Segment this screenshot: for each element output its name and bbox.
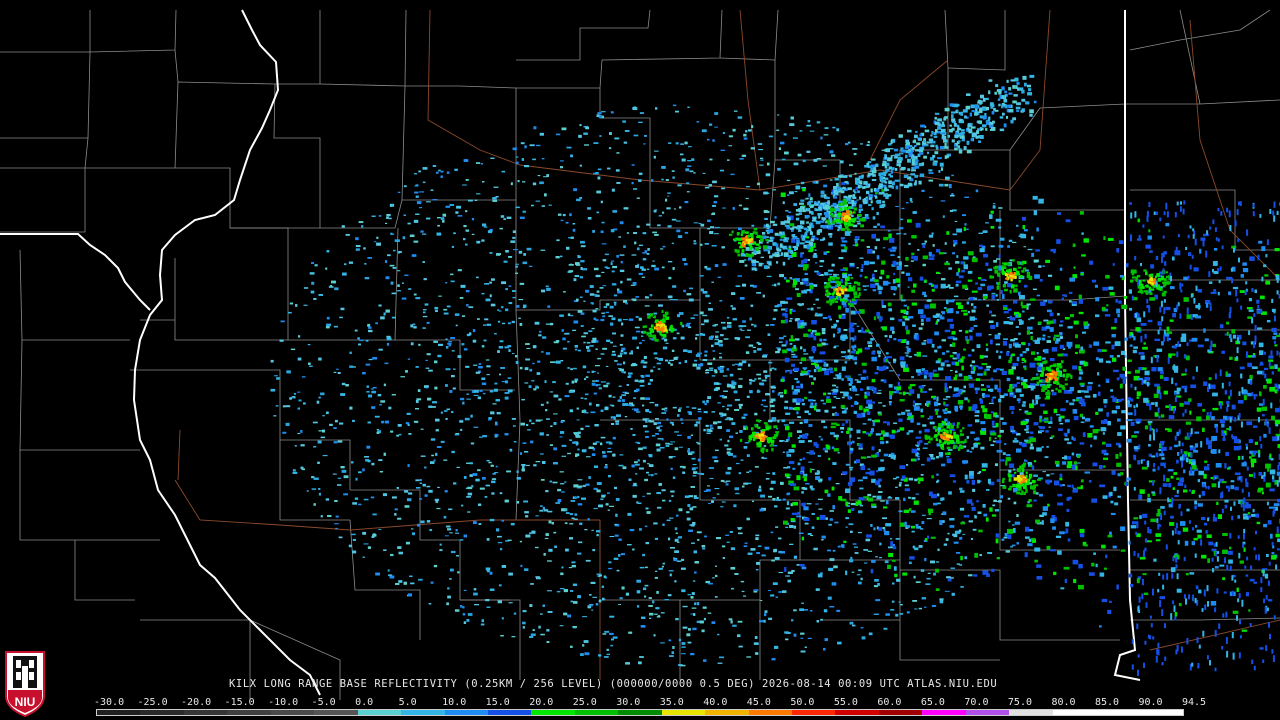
colorbar-segment <box>705 710 749 715</box>
colorbar-tick-label: 90.0 <box>1138 697 1163 708</box>
colorbar-tick-label: 70.0 <box>964 697 989 708</box>
colorbar-tick-label: -20.0 <box>181 697 212 708</box>
colorbar-tick-label: 80.0 <box>1051 697 1076 708</box>
colorbar-tick-label: 25.0 <box>572 697 597 708</box>
colorbar-tick-label: 65.0 <box>920 697 945 708</box>
colorbar-tick-label: 55.0 <box>833 697 858 708</box>
colorbar-segment <box>618 710 662 715</box>
colorbar-tick-label: 10.0 <box>442 697 467 708</box>
colorbar-tick-label: -5.0 <box>311 697 336 708</box>
colorbar-tick-label: 60.0 <box>877 697 902 708</box>
colorbar-tick-label: 15.0 <box>485 697 510 708</box>
colorbar-tick-label: 50.0 <box>790 697 815 708</box>
colorbar-segment <box>1009 710 1053 715</box>
colorbar-segment <box>314 710 358 715</box>
radar-map <box>0 0 1280 720</box>
colorbar-segment <box>574 710 619 715</box>
colorbar-tick-label: 5.0 <box>398 697 417 708</box>
colorbar-tick-label: 0.0 <box>355 697 374 708</box>
colorbar-segment <box>748 710 792 715</box>
product-caption: KILX LONG RANGE BASE REFLECTIVITY (0.25K… <box>229 678 998 690</box>
colorbar-segment <box>97 710 141 715</box>
colorbar-tick-label: 20.0 <box>529 697 554 708</box>
colorbar-segment <box>531 710 575 715</box>
colorbar-segment <box>227 710 271 715</box>
colorbar-segment <box>835 710 879 715</box>
colorbar-tick-label: -10.0 <box>268 697 299 708</box>
colorbar-tick-label: 75.0 <box>1007 697 1032 708</box>
colorbar-segment <box>357 710 402 715</box>
colorbar-tick-label: -25.0 <box>137 697 168 708</box>
colorbar-labels: -30.0 -25.0 -20.0 -15.0 -10.0 -5.0 0.0 5.0 10.0 1… <box>94 697 1206 709</box>
colorbar-segment <box>922 710 966 715</box>
colorbar-segment <box>487 710 532 715</box>
colorbar-segment <box>270 710 315 715</box>
colorbar-tick-label: 40.0 <box>703 697 728 708</box>
colorbar-segment <box>444 710 488 715</box>
colorbar-segment <box>1096 710 1140 715</box>
colorbar-segment <box>183 710 228 715</box>
colorbar-tick-label: -15.0 <box>224 697 255 708</box>
colorbar-segment <box>1052 710 1097 715</box>
colorbar-tick-label: 94.5 <box>1182 697 1207 708</box>
colorbar-tick-label: -30.0 <box>94 697 125 708</box>
colorbar-tick-label: 45.0 <box>746 697 771 708</box>
colorbar-segment <box>401 710 445 715</box>
colorbar-tick-label: 35.0 <box>659 697 684 708</box>
colorbar-segment <box>1139 710 1183 715</box>
niu-logo: NIU <box>5 651 45 718</box>
colorbar-tick-label: 85.0 <box>1094 697 1120 708</box>
colorbar-segment <box>661 710 706 715</box>
reflectivity-colorbar <box>96 709 1184 716</box>
colorbar-segment <box>140 710 184 715</box>
colorbar-segment <box>965 710 1010 715</box>
colorbar-segment <box>792 710 836 715</box>
colorbar-segment <box>878 710 923 715</box>
colorbar-tick-label: 30.0 <box>616 697 641 708</box>
